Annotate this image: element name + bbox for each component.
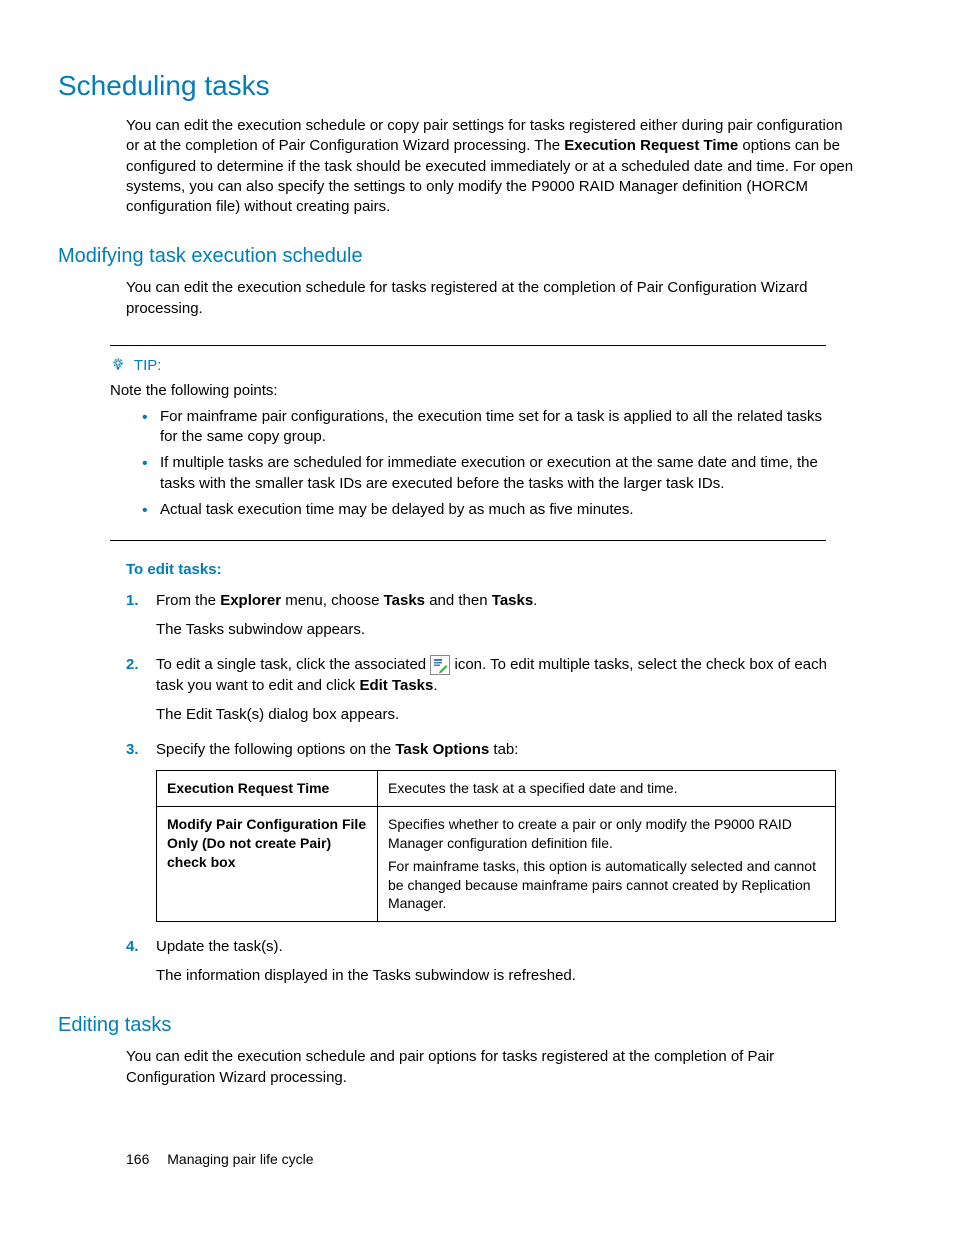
text: . [433,677,437,694]
step-4: Update the task(s). The information disp… [126,936,856,986]
text: and then [425,592,492,609]
table-cell-desc: Specifies whether to create a pair or on… [378,806,836,921]
text: Specifies whether to create a pair or on… [388,815,825,853]
table-cell-desc: Executes the task at a specified date an… [378,771,836,807]
bold-text: Task Options [395,741,489,758]
tip-bullet: If multiple tasks are scheduled for imme… [142,453,826,494]
bold-text: Tasks [492,592,533,609]
heading-editing-tasks: Editing tasks [58,1014,896,1037]
step-2: To edit a single task, click the associa… [126,654,856,725]
bold-text: Execution Request Time [564,137,738,154]
table-cell-label: Modify Pair Configuration File Only (Do … [157,806,378,921]
step-1: From the Explorer menu, choose Tasks and… [126,590,856,640]
text: Specify the following options on the [156,741,395,758]
text: For mainframe tasks, this option is auto… [388,857,825,914]
text: Update the task(s). [156,938,283,955]
table-cell-label: Execution Request Time [157,771,378,807]
text: From the [156,592,220,609]
bold-text: Edit Tasks [359,677,433,694]
tip-bullet: Actual task execution time may be delaye… [142,500,826,520]
bold-text: Tasks [384,592,425,609]
text: To edit a single task, click the associa… [156,656,430,673]
task-options-table: Execution Request Time Executes the task… [156,770,836,922]
text: menu, choose [281,592,384,609]
mod-paragraph: You can edit the execution schedule for … [126,278,856,319]
intro-paragraph: You can edit the execution schedule or c… [126,116,856,217]
tip-bullet: For mainframe pair configurations, the e… [142,407,826,448]
tip-block: TIP: Note the following points: For main… [110,345,826,541]
tip-lightbulb-icon [110,356,126,376]
table-row: Execution Request Time Executes the task… [157,771,836,807]
text: . [533,592,537,609]
step-1-sub: The Tasks subwindow appears. [156,619,856,640]
editing-paragraph: You can edit the execution schedule and … [126,1047,856,1088]
text: tab: [489,741,518,758]
footer-title: Managing pair life cycle [167,1151,313,1167]
step-3: Specify the following options on the Tas… [126,739,856,922]
step-4-sub: The information displayed in the Tasks s… [156,965,856,986]
step-2-sub: The Edit Task(s) dialog box appears. [156,704,856,725]
table-row: Modify Pair Configuration File Only (Do … [157,806,836,921]
bold-text: Explorer [220,592,281,609]
to-edit-tasks-heading: To edit tasks: [126,561,896,578]
page-number: 166 [126,1151,149,1167]
heading-modifying-schedule: Modifying task execution schedule [58,245,896,268]
heading-scheduling-tasks: Scheduling tasks [58,70,896,102]
edit-task-icon [430,655,450,675]
tip-label: TIP: [134,357,162,374]
page-footer: 166 Managing pair life cycle [126,1151,314,1167]
tip-intro: Note the following points: [110,382,826,399]
